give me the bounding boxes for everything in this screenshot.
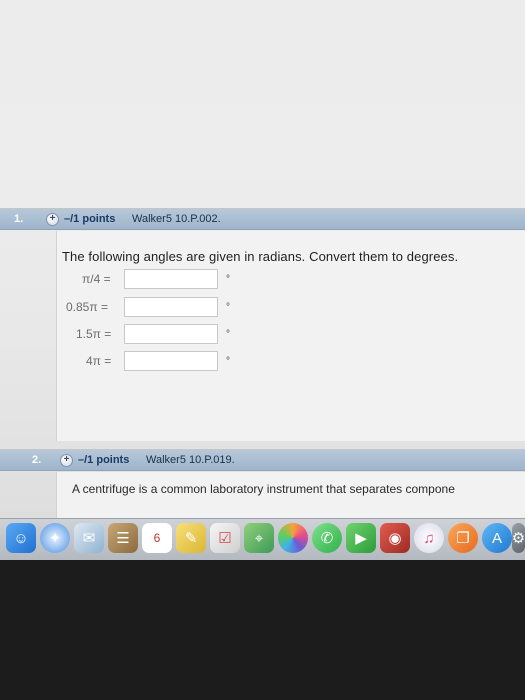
degree-unit: ° xyxy=(226,273,230,285)
reminders-icon[interactable]: ☑ xyxy=(210,523,240,553)
photos-icon[interactable] xyxy=(278,523,308,553)
answer-row: 4π = ° xyxy=(0,351,260,371)
angle-label: 0.85π = xyxy=(66,300,108,314)
system-preferences-icon[interactable]: ⚙ xyxy=(512,523,525,553)
ibooks-icon[interactable]: ❐ xyxy=(448,523,478,553)
calendar-icon[interactable]: 6 xyxy=(142,523,172,553)
answer-input[interactable] xyxy=(124,297,218,317)
dock: ☺ ✦ ✉ ☰ 6 ✎ ☑ ⌖ ✆ ▶ ◉ ♫ ❐ A ⚙ xyxy=(0,518,525,560)
answer-row: 1.5π = ° xyxy=(0,324,260,344)
question-2-header: 2. + –/1 points Walker5 10.P.019. xyxy=(0,449,525,471)
mail-icon[interactable]: ✉ xyxy=(74,523,104,553)
degree-unit: ° xyxy=(226,355,230,367)
maps-icon[interactable]: ⌖ xyxy=(244,523,274,553)
angle-label: 4π = xyxy=(86,354,112,368)
angle-label: π/4 = xyxy=(82,272,111,286)
question-source-link[interactable]: Walker5 10.P.002. xyxy=(132,213,221,225)
question-number: 1. xyxy=(14,213,24,225)
screen: 1. + –/1 points Walker5 10.P.002. The fo… xyxy=(0,0,525,560)
contacts-icon[interactable]: ☰ xyxy=(108,523,138,553)
messages-icon[interactable]: ✆ xyxy=(312,523,342,553)
points-label: –/1 points xyxy=(64,213,116,225)
answer-row: π/4 = ° xyxy=(0,269,260,289)
safari-icon[interactable]: ✦ xyxy=(40,523,70,553)
photo-booth-icon[interactable]: ◉ xyxy=(380,523,410,553)
facetime-icon[interactable]: ▶ xyxy=(346,523,376,553)
notes-icon[interactable]: ✎ xyxy=(176,523,206,553)
points-label: –/1 points xyxy=(78,454,130,466)
angle-label: 1.5π = xyxy=(76,327,112,341)
question-source-link[interactable]: Walker5 10.P.019. xyxy=(146,454,235,466)
expand-plus-icon[interactable]: + xyxy=(60,453,73,467)
degree-unit: ° xyxy=(226,328,230,340)
expand-plus-icon[interactable]: + xyxy=(46,212,59,226)
finder-icon[interactable]: ☺ xyxy=(6,523,36,553)
question-number: 2. xyxy=(32,454,42,466)
answer-input[interactable] xyxy=(124,351,218,371)
answer-row: 0.85π = ° xyxy=(0,297,260,317)
answer-input[interactable] xyxy=(124,269,218,289)
app-store-icon[interactable]: A xyxy=(482,523,512,553)
monitor-bezel xyxy=(0,560,525,700)
answer-input[interactable] xyxy=(124,324,218,344)
degree-unit: ° xyxy=(226,301,230,313)
question-1-header: 1. + –/1 points Walker5 10.P.002. xyxy=(0,208,525,230)
question-text: A centrifuge is a common laboratory inst… xyxy=(72,482,455,496)
question-prompt: The following angles are given in radian… xyxy=(62,249,459,264)
itunes-icon[interactable]: ♫ xyxy=(414,523,444,553)
